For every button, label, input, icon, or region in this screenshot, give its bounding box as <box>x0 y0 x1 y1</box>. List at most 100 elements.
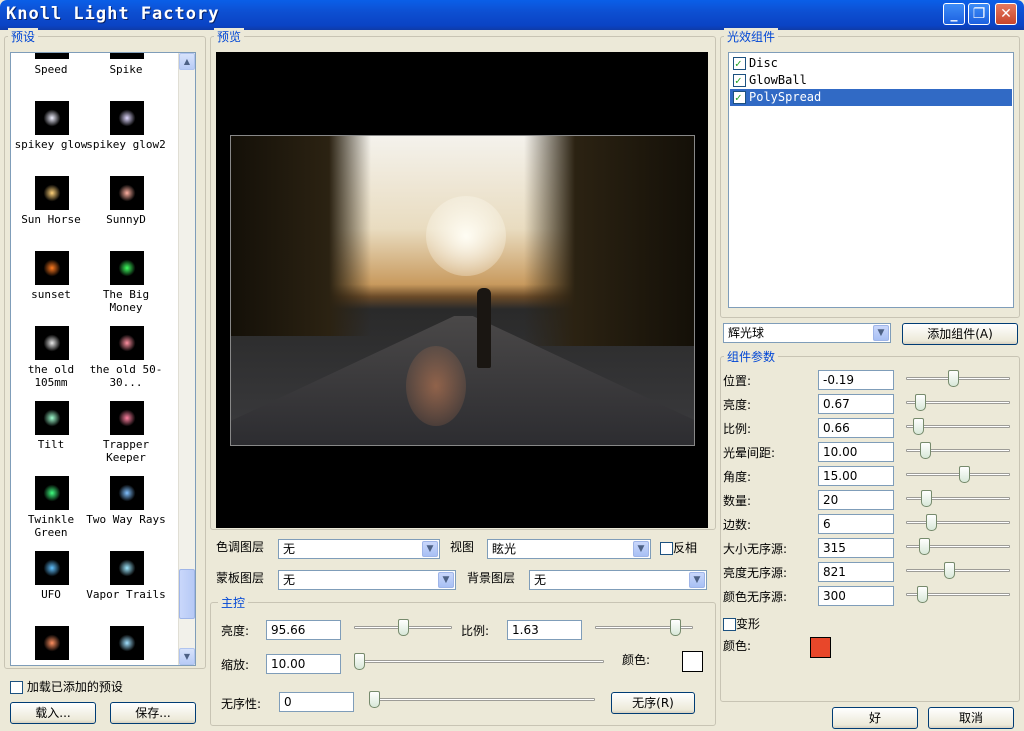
preset-thumbnail[interactable] <box>35 476 69 510</box>
chevron-down-icon[interactable]: ▼ <box>873 325 889 341</box>
checkbox-box[interactable] <box>733 55 746 72</box>
master-zoom-field[interactable]: 10.00 <box>266 654 341 674</box>
preset-thumbnail[interactable] <box>35 326 69 360</box>
slider-thumb[interactable] <box>670 619 681 636</box>
preview-canvas[interactable] <box>216 52 708 528</box>
preset-thumbnail[interactable] <box>35 626 69 660</box>
master-zoom-slider[interactable] <box>354 652 604 672</box>
slider-thumb[interactable] <box>913 418 924 435</box>
slider-thumb[interactable] <box>948 370 959 387</box>
slider-thumb[interactable] <box>944 562 955 579</box>
view-select[interactable]: 眩光 ▼ <box>487 539 651 559</box>
preset-item-label[interactable]: Twinkle Green <box>11 513 91 539</box>
randomness-field[interactable]: 0 <box>279 692 354 712</box>
param-slider[interactable] <box>906 585 1010 605</box>
cancel-button[interactable]: 取消 <box>928 707 1014 729</box>
master-brightness-slider[interactable] <box>354 618 452 638</box>
preset-thumbnail[interactable] <box>110 401 144 435</box>
slider-thumb[interactable] <box>920 442 931 459</box>
slider-thumb[interactable] <box>369 691 380 708</box>
scroll-up-icon[interactable]: ▲ <box>179 53 195 70</box>
param-slider[interactable] <box>906 561 1010 581</box>
param-field[interactable]: 300 <box>818 586 894 606</box>
preset-item-label[interactable]: sunset <box>11 288 91 301</box>
ok-button[interactable]: 好 <box>832 707 918 729</box>
randomness-slider[interactable] <box>369 690 595 710</box>
preset-thumbnail[interactable] <box>110 476 144 510</box>
param-field[interactable]: 15.00 <box>818 466 894 486</box>
invert-checkbox[interactable]: 反相 <box>660 539 697 556</box>
preset-item-label[interactable]: The Big Money <box>86 288 166 314</box>
randomize-button[interactable]: 无序(R) <box>611 692 695 714</box>
param-field[interactable]: 821 <box>818 562 894 582</box>
param-slider[interactable] <box>906 513 1010 533</box>
checkbox-box[interactable] <box>10 681 23 694</box>
preset-thumbnail[interactable] <box>35 401 69 435</box>
preset-thumbnail[interactable] <box>35 53 69 59</box>
preset-item-label[interactable]: the old 50-30... <box>86 363 166 389</box>
minimize-button[interactable]: _ <box>943 3 965 25</box>
preset-thumbnail[interactable] <box>110 626 144 660</box>
component-type-select[interactable]: 辉光球 ▼ <box>723 323 891 343</box>
param-slider[interactable] <box>906 489 1010 509</box>
chevron-down-icon[interactable]: ▼ <box>633 541 649 557</box>
preset-item-label[interactable]: SunnyD <box>86 213 166 226</box>
slider-thumb[interactable] <box>398 619 409 636</box>
presets-list[interactable]: Speed Spike spikey glow spikey glow2 Sun Hor… <box>10 52 196 666</box>
preset-item-label[interactable]: Spike <box>86 63 166 76</box>
preset-thumbnail[interactable] <box>110 101 144 135</box>
preset-thumbnail[interactable] <box>110 326 144 360</box>
param-slider[interactable] <box>906 369 1010 389</box>
param-slider[interactable] <box>906 393 1010 413</box>
chevron-down-icon[interactable]: ▼ <box>689 572 705 588</box>
param-field[interactable]: 0.66 <box>818 418 894 438</box>
component-item[interactable]: GlowBall <box>730 72 1012 89</box>
param-slider[interactable] <box>906 417 1010 437</box>
param-field[interactable]: 0.67 <box>818 394 894 414</box>
param-slider[interactable] <box>906 537 1010 557</box>
param-slider[interactable] <box>906 465 1010 485</box>
add-component-button[interactable]: 添加组件(A) <box>902 323 1018 345</box>
component-item[interactable]: Disc <box>730 55 1012 72</box>
slider-thumb[interactable] <box>915 394 926 411</box>
preset-thumbnail[interactable] <box>110 53 144 59</box>
preset-item-label[interactable]: the old 105mm <box>11 363 91 389</box>
chevron-down-icon[interactable]: ▼ <box>438 572 454 588</box>
checkbox-box[interactable] <box>733 89 746 106</box>
preset-thumbnail[interactable] <box>35 251 69 285</box>
param-field[interactable]: 10.00 <box>818 442 894 462</box>
bg-layer-select[interactable]: 无 ▼ <box>529 570 707 590</box>
checkbox-box[interactable] <box>733 72 746 89</box>
scroll-thumb[interactable] <box>179 569 195 619</box>
preset-item-label[interactable]: Tilt <box>11 438 91 451</box>
deform-checkbox[interactable]: 变形 <box>723 615 760 632</box>
close-button[interactable]: ✕ <box>995 3 1017 25</box>
mask-layer-select[interactable]: 无 ▼ <box>278 570 456 590</box>
preset-item-label[interactable]: Sun Horse <box>11 213 91 226</box>
param-field[interactable]: 6 <box>818 514 894 534</box>
preset-thumbnail[interactable] <box>35 176 69 210</box>
preset-item-label[interactable]: Two Way Rays <box>86 513 166 526</box>
preset-thumbnail[interactable] <box>110 551 144 585</box>
param-field[interactable]: -0.19 <box>818 370 894 390</box>
preset-thumbnail[interactable] <box>35 551 69 585</box>
slider-thumb[interactable] <box>921 490 932 507</box>
checkbox-box[interactable] <box>723 618 736 631</box>
preset-item-label[interactable]: spikey glow <box>11 138 91 151</box>
preset-item-label[interactable]: UFO <box>11 588 91 601</box>
preset-item-label[interactable]: Speed <box>11 63 91 76</box>
load-added-presets-checkbox[interactable]: 加载已添加的预设 <box>10 678 123 695</box>
chevron-down-icon[interactable]: ▼ <box>422 541 438 557</box>
preset-thumbnail[interactable] <box>110 176 144 210</box>
master-color-swatch[interactable] <box>682 651 703 672</box>
slider-thumb[interactable] <box>926 514 937 531</box>
presets-scrollbar[interactable]: ▲ ▼ <box>178 53 195 665</box>
save-button[interactable]: 保存... <box>110 702 196 724</box>
preset-item-label[interactable]: spikey glow2 <box>86 138 166 151</box>
preset-thumbnail[interactable] <box>35 101 69 135</box>
slider-thumb[interactable] <box>354 653 365 670</box>
slider-thumb[interactable] <box>917 586 928 603</box>
components-list[interactable]: Disc GlowBall PolySpread <box>728 52 1014 308</box>
slider-thumb[interactable] <box>919 538 930 555</box>
param-slider[interactable] <box>906 441 1010 461</box>
